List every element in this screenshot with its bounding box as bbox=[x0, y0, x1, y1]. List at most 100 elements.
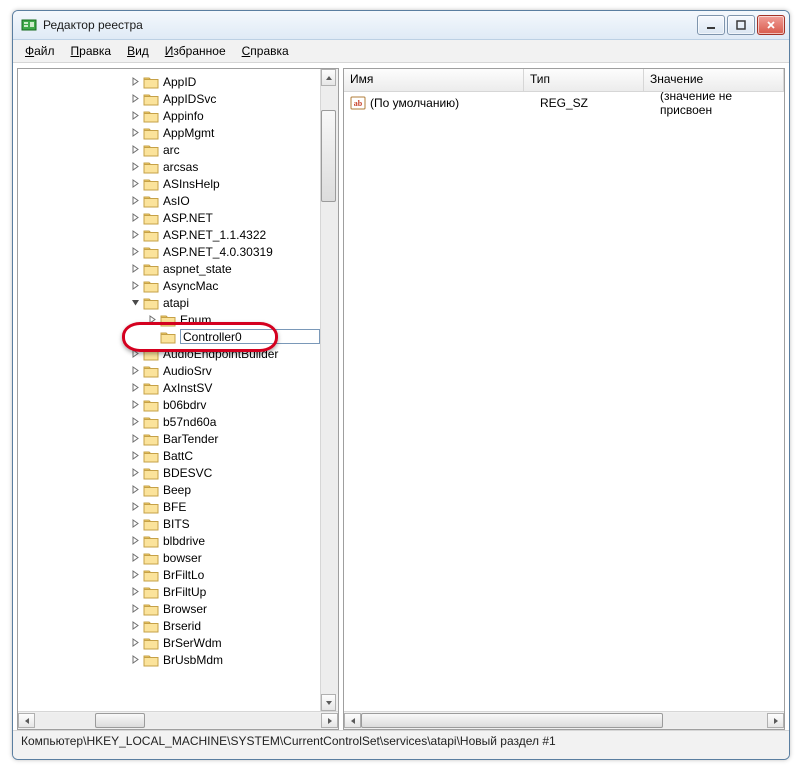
menu-file[interactable]: Файл bbox=[17, 43, 63, 59]
expand-icon[interactable] bbox=[129, 127, 141, 139]
tree-vertical-scrollbar[interactable] bbox=[320, 69, 338, 711]
expand-icon[interactable] bbox=[129, 603, 141, 615]
expand-icon[interactable] bbox=[129, 93, 141, 105]
folder-icon bbox=[160, 330, 176, 344]
expand-icon[interactable] bbox=[129, 348, 141, 360]
expand-icon[interactable] bbox=[129, 467, 141, 479]
maximize-button[interactable] bbox=[727, 15, 755, 35]
expand-icon[interactable] bbox=[129, 76, 141, 88]
scroll-right-button[interactable] bbox=[321, 713, 338, 728]
menu-help[interactable]: Справка bbox=[234, 43, 297, 59]
column-header-value[interactable]: Значение bbox=[644, 69, 784, 91]
tree-item[interactable]: ASP.NET bbox=[18, 209, 320, 226]
expand-icon[interactable] bbox=[129, 637, 141, 649]
list-horizontal-scrollbar[interactable] bbox=[344, 711, 784, 729]
tree-view[interactable]: AppID AppIDSvcAppinfoAppMgmtarcarcsasASIn… bbox=[18, 69, 320, 711]
tree-item[interactable]: ASInsHelp bbox=[18, 175, 320, 192]
column-header-type[interactable]: Тип bbox=[524, 69, 644, 91]
tree-item[interactable]: BattC bbox=[18, 447, 320, 464]
scroll-right-button[interactable] bbox=[767, 713, 784, 728]
menu-edit[interactable]: Правка bbox=[63, 43, 120, 59]
expand-icon[interactable] bbox=[129, 484, 141, 496]
tree-item[interactable]: AppIDSvc bbox=[18, 90, 320, 107]
tree-item[interactable]: AxInstSV bbox=[18, 379, 320, 396]
expand-icon[interactable] bbox=[129, 144, 141, 156]
svg-text:ab: ab bbox=[354, 99, 363, 108]
close-button[interactable] bbox=[757, 15, 785, 35]
tree-item-label: AsIO bbox=[163, 194, 190, 208]
tree-item[interactable]: BITS bbox=[18, 515, 320, 532]
tree-item-label: AppIDSvc bbox=[163, 92, 216, 106]
expand-icon[interactable] bbox=[129, 161, 141, 173]
tree-item[interactable]: atapi bbox=[18, 294, 320, 311]
tree-item[interactable]: BrUsbMdm bbox=[18, 651, 320, 668]
expand-icon[interactable] bbox=[146, 314, 158, 326]
tree-item[interactable]: aspnet_state bbox=[18, 260, 320, 277]
expand-icon[interactable] bbox=[129, 433, 141, 445]
tree-item[interactable]: BrSerWdm bbox=[18, 634, 320, 651]
tree-item[interactable]: AudioSrv bbox=[18, 362, 320, 379]
expand-icon[interactable] bbox=[129, 382, 141, 394]
expand-icon[interactable] bbox=[129, 620, 141, 632]
tree-item[interactable]: Brserid bbox=[18, 617, 320, 634]
tree-item[interactable]: Enum bbox=[18, 311, 320, 328]
tree-item[interactable]: arc bbox=[18, 141, 320, 158]
tree-item[interactable]: AppID bbox=[18, 73, 320, 90]
tree-rename-input[interactable] bbox=[180, 329, 320, 344]
expand-icon[interactable] bbox=[129, 535, 141, 547]
expand-icon[interactable] bbox=[129, 552, 141, 564]
expand-icon[interactable] bbox=[129, 280, 141, 292]
tree-item[interactable] bbox=[18, 328, 320, 345]
tree-item[interactable]: AsIO bbox=[18, 192, 320, 209]
tree-item[interactable]: b06bdrv bbox=[18, 396, 320, 413]
expand-icon[interactable] bbox=[129, 263, 141, 275]
expand-icon[interactable] bbox=[129, 654, 141, 666]
tree-item[interactable]: blbdrive bbox=[18, 532, 320, 549]
tree-item[interactable]: Beep bbox=[18, 481, 320, 498]
tree-horizontal-scrollbar[interactable] bbox=[18, 711, 338, 729]
tree-item[interactable]: arcsas bbox=[18, 158, 320, 175]
expand-icon[interactable] bbox=[129, 518, 141, 530]
tree-item[interactable]: AsyncMac bbox=[18, 277, 320, 294]
list-view[interactable]: ab (По умолчанию) REG_SZ (значение не пр… bbox=[344, 92, 784, 711]
tree-item[interactable]: Appinfo bbox=[18, 107, 320, 124]
expand-icon[interactable] bbox=[129, 450, 141, 462]
tree-item[interactable]: BDESVC bbox=[18, 464, 320, 481]
tree-item[interactable]: BFE bbox=[18, 498, 320, 515]
minimize-button[interactable] bbox=[697, 15, 725, 35]
column-header-name[interactable]: Имя bbox=[344, 69, 524, 91]
expand-icon[interactable] bbox=[129, 195, 141, 207]
expand-icon[interactable] bbox=[129, 212, 141, 224]
scroll-left-button[interactable] bbox=[344, 713, 361, 728]
expand-icon[interactable] bbox=[129, 110, 141, 122]
tree-item[interactable]: Browser bbox=[18, 600, 320, 617]
tree-item[interactable]: BrFiltUp bbox=[18, 583, 320, 600]
tree-item[interactable]: bowser bbox=[18, 549, 320, 566]
expand-icon[interactable] bbox=[129, 416, 141, 428]
tree-item[interactable]: AudioEndpointBuilder bbox=[18, 345, 320, 362]
expand-icon[interactable] bbox=[129, 569, 141, 581]
expand-icon[interactable] bbox=[129, 399, 141, 411]
tree-item[interactable]: b57nd60a bbox=[18, 413, 320, 430]
tree-item[interactable]: BrFiltLo bbox=[18, 566, 320, 583]
scroll-up-button[interactable] bbox=[321, 69, 336, 86]
tree-item-label: BarTender bbox=[163, 432, 218, 446]
tree-item[interactable]: BarTender bbox=[18, 430, 320, 447]
tree-item[interactable]: ASP.NET_1.1.4322 bbox=[18, 226, 320, 243]
value-type: REG_SZ bbox=[540, 96, 660, 110]
expand-icon[interactable] bbox=[129, 246, 141, 258]
folder-icon bbox=[143, 177, 159, 191]
tree-item[interactable]: ASP.NET_4.0.30319 bbox=[18, 243, 320, 260]
scroll-down-button[interactable] bbox=[321, 694, 336, 711]
tree-item[interactable]: AppMgmt bbox=[18, 124, 320, 141]
list-item[interactable]: ab (По умолчанию) REG_SZ (значение не пр… bbox=[344, 94, 784, 112]
expand-icon[interactable] bbox=[129, 178, 141, 190]
scroll-left-button[interactable] bbox=[18, 713, 35, 728]
expand-icon[interactable] bbox=[129, 229, 141, 241]
collapse-icon[interactable] bbox=[129, 297, 141, 309]
expand-icon[interactable] bbox=[129, 501, 141, 513]
menu-favorites[interactable]: Избранное bbox=[157, 43, 234, 59]
expand-icon[interactable] bbox=[129, 365, 141, 377]
expand-icon[interactable] bbox=[129, 586, 141, 598]
menu-view[interactable]: Вид bbox=[119, 43, 157, 59]
